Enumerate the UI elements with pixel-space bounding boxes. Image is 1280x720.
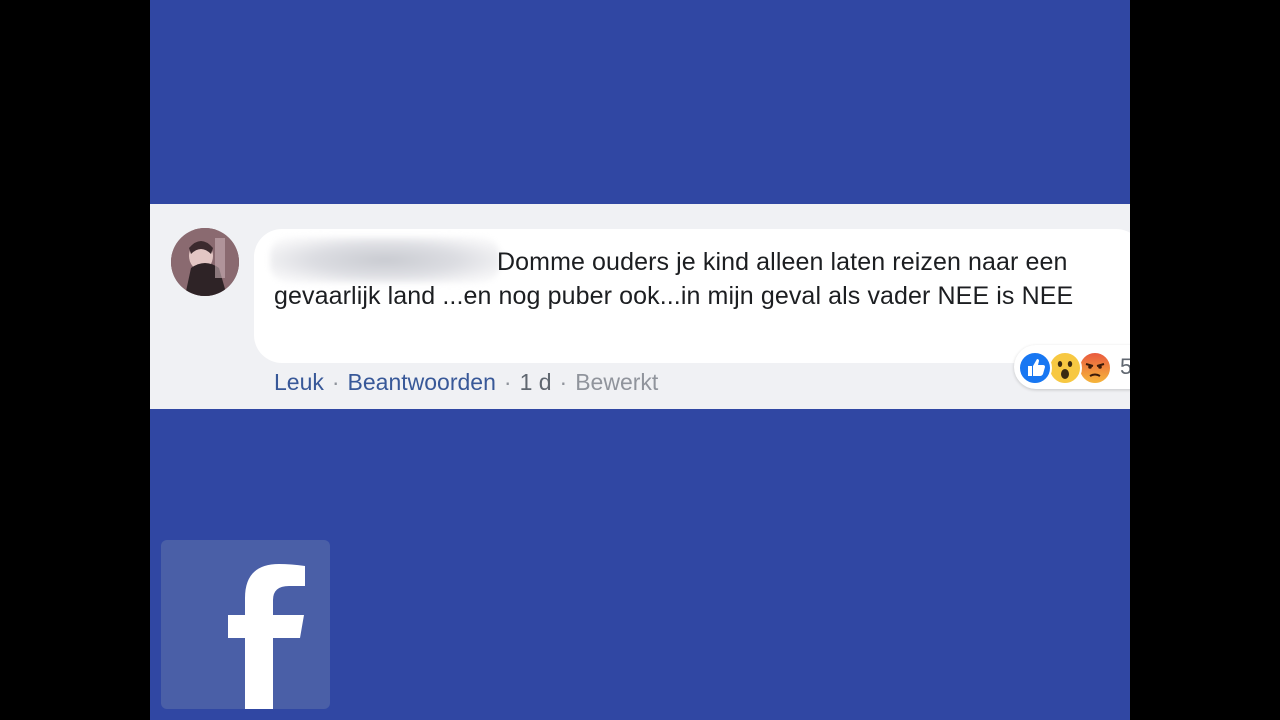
comment-actions: Leuk · Beantwoorden · 1 d · Bewerkt bbox=[274, 369, 658, 396]
separator: · bbox=[559, 369, 568, 395]
video-frame: Domme ouders je kind alleen laten reizen… bbox=[150, 0, 1130, 720]
letterbox-right bbox=[1130, 0, 1280, 720]
timestamp-link[interactable]: 1 d bbox=[520, 369, 552, 395]
edited-label[interactable]: Bewerkt bbox=[575, 369, 658, 395]
wow-reaction-icon bbox=[1048, 351, 1082, 385]
reactions-summary[interactable]: 5 bbox=[1014, 345, 1130, 389]
comment-body: Domme ouders je kind alleen laten reizen… bbox=[274, 248, 1074, 310]
letterbox-left bbox=[0, 0, 150, 720]
separator: · bbox=[503, 369, 512, 395]
reply-link[interactable]: Beantwoorden bbox=[348, 369, 496, 395]
comment-container: Domme ouders je kind alleen laten reizen… bbox=[150, 204, 1130, 409]
comment-text: Domme ouders je kind alleen laten reizen… bbox=[274, 245, 1130, 313]
like-link[interactable]: Leuk bbox=[274, 369, 324, 395]
facebook-logo-icon bbox=[161, 540, 330, 709]
avatar[interactable] bbox=[171, 228, 239, 296]
separator: · bbox=[331, 369, 340, 395]
comment-bubble: Domme ouders je kind alleen laten reizen… bbox=[254, 229, 1130, 363]
like-reaction-icon bbox=[1018, 351, 1052, 385]
angry-reaction-icon bbox=[1078, 351, 1112, 385]
reaction-count: 5 bbox=[1120, 354, 1130, 379]
